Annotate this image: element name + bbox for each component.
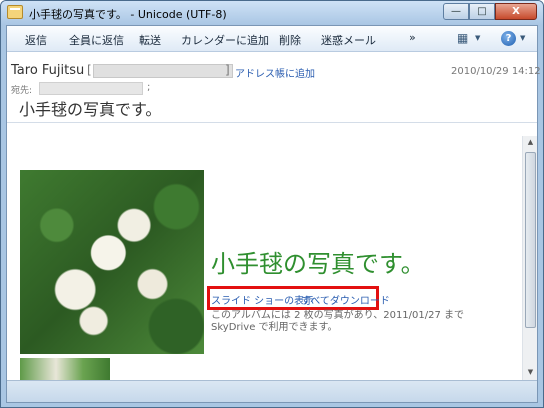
message-subject: 小手毬の写真です。 [19,100,162,119]
mail-window: 小手毬の写真です。 - Unicode (UTF-8) — □ X 返信 全員に… [0,0,544,408]
message-body: 小手毬の写真です。 スライド ショーの表示 すべてダウンロード このアルバムには… [7,136,521,380]
to-label: 宛先: [11,86,33,96]
reply-all-button[interactable]: 全員に返信 [69,32,124,48]
close-button[interactable]: X [495,3,537,20]
help-dropdown-icon[interactable]: ▼ [520,34,525,42]
maximize-button[interactable]: □ [469,3,495,20]
message-pane: 返信 全員に返信 転送 カレンダーに追加 削除 迷惑メール » ▦ ▼ ? ▼ … [6,25,541,403]
slideshow-link[interactable]: スライド ショーの表示 [211,292,314,307]
forward-button[interactable]: 転送 [139,32,161,48]
title-bar[interactable]: 小手毬の写真です。 - Unicode (UTF-8) — □ X [1,1,543,25]
scroll-thumb[interactable] [525,152,536,328]
sender-address-redacted [93,64,233,78]
album-description: このアルバムには 2 枚の写真があり、2011/01/27 まで SkyDriv… [211,310,465,333]
minimize-button[interactable]: — [443,3,469,20]
vertical-scrollbar[interactable]: ▲ ▼ [522,136,537,380]
window-title: 小手毬の写真です。 - Unicode (UTF-8) [29,8,227,21]
toolbar: 返信 全員に返信 転送 カレンダーに追加 削除 迷惑メール » ▦ ▼ ? ▼ [7,26,537,52]
sender-bracket-open: [ [87,63,92,77]
help-icon[interactable]: ? [501,31,516,46]
album-title: 小手毬の写真です。 [211,250,425,278]
scroll-down-icon[interactable]: ▼ [525,368,536,378]
sender-bracket-close: ] [225,63,230,77]
mail-app-icon [7,5,23,19]
tools-dropdown-icon[interactable]: ▼ [475,34,480,42]
reply-button[interactable]: 返信 [25,32,47,48]
junk-button[interactable]: 迷惑メール [321,32,376,48]
download-all-link[interactable]: すべてダウンロード [301,292,390,307]
tools-icon[interactable]: ▦ [457,31,468,45]
received-date: 2010/10/29 14:12 [451,66,541,77]
header-divider [7,122,537,123]
album-photo[interactable] [20,170,204,354]
album-photo-second[interactable] [20,358,110,380]
sender-name: Taro Fujitsu [11,63,85,78]
add-to-calendar-button[interactable]: カレンダーに追加 [181,32,269,48]
recipient-separator: ; [147,82,151,93]
recipient-redacted [39,82,143,95]
window-controls: — □ X [443,3,537,20]
scroll-up-icon[interactable]: ▲ [525,138,536,148]
add-to-address-book-link[interactable]: アドレス帳に追加 [235,65,315,80]
status-bar [7,380,537,402]
more-commands-button[interactable]: » [409,31,416,44]
delete-button[interactable]: 削除 [279,32,301,48]
